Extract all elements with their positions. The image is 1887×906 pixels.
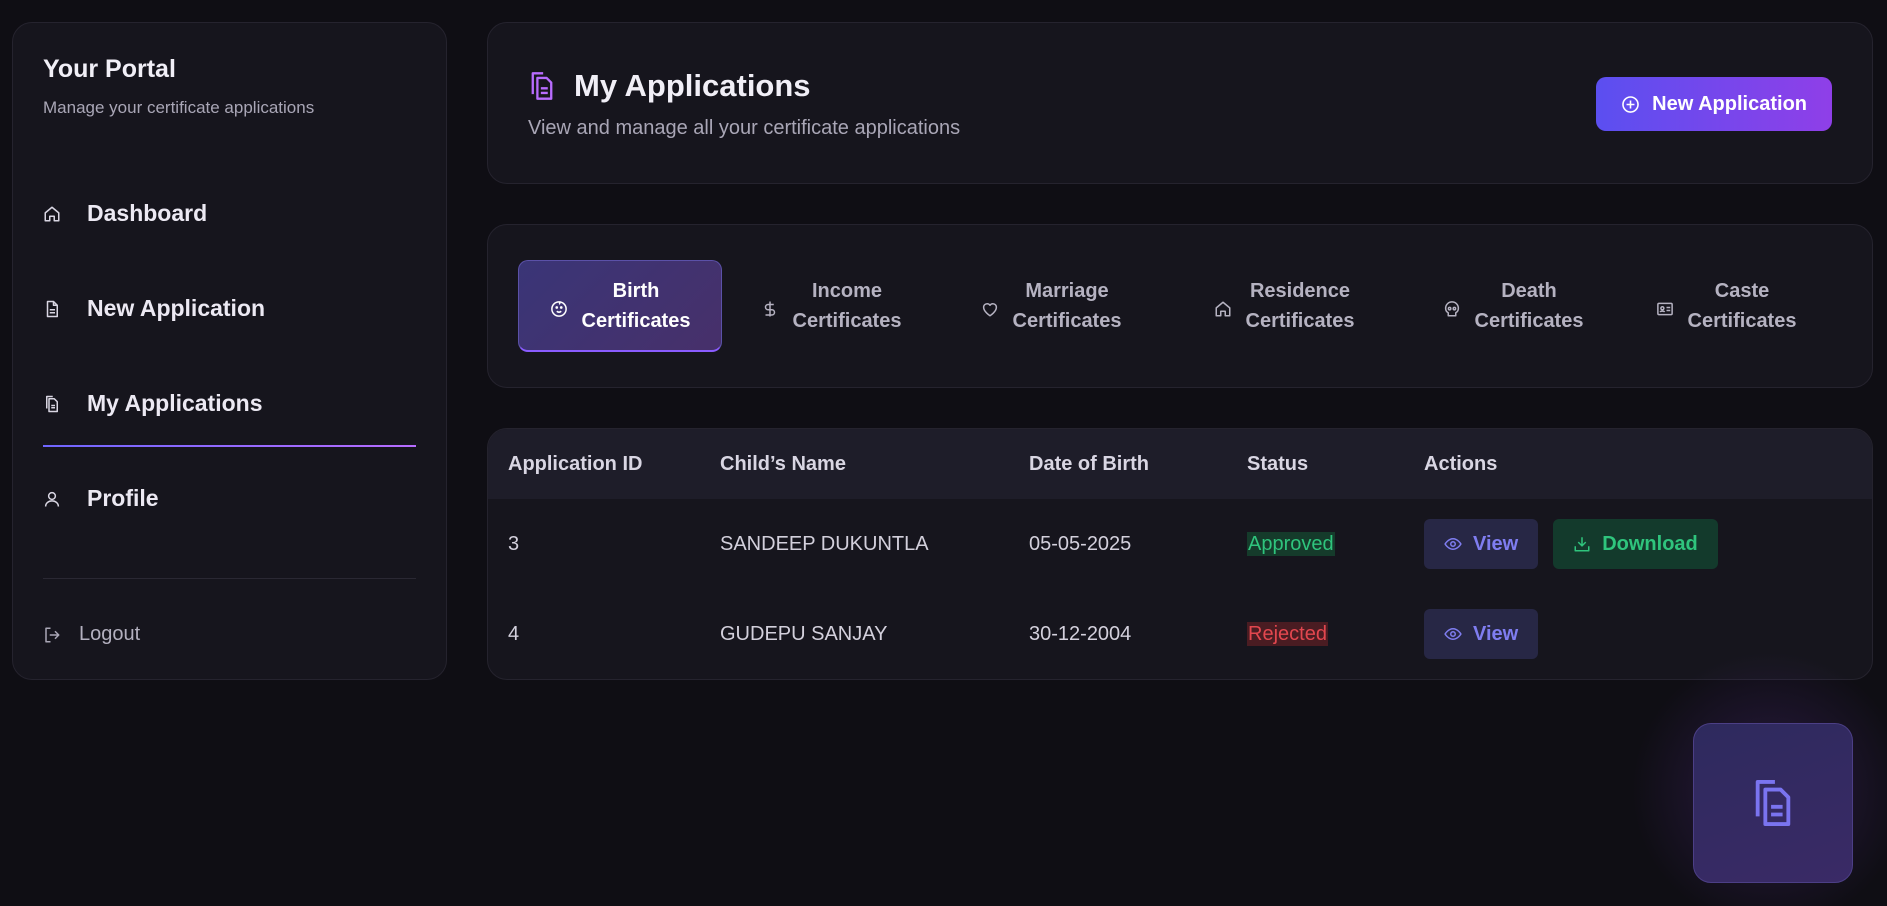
id-card-icon (1656, 297, 1674, 316)
tab-label-line2: Certificates (1687, 310, 1797, 332)
page-subtitle: View and manage all your certificate app… (528, 117, 961, 139)
sidebar-nav: Dashboard New Application My Application… (43, 166, 416, 546)
floating-applications-button[interactable] (1693, 723, 1853, 883)
sidebar-subtitle: Manage your certificate applications (43, 98, 315, 117)
sidebar-divider (43, 578, 416, 579)
sidebar-item-label: My Applications (87, 390, 263, 416)
sidebar-title: Your Portal (43, 55, 176, 83)
tab-residence[interactable]: Residence Certificates (1162, 260, 1406, 352)
tab-label-line2: Certificates (1245, 310, 1355, 332)
column-header: Status (1247, 452, 1309, 475)
skull-icon (1443, 297, 1461, 317)
tab-birth[interactable]: Birth Certificates (518, 260, 722, 352)
view-label: View (1473, 622, 1519, 645)
sidebar-item-new-application[interactable]: New Application (43, 261, 416, 356)
logout-icon (43, 626, 61, 644)
sidebar-item-profile[interactable]: Profile (43, 451, 416, 546)
tab-label-line1: Residence (1249, 280, 1351, 302)
page-header: My Applications View and manage all your… (487, 22, 1873, 184)
page-title: My Applications (574, 68, 811, 103)
tab-income[interactable]: Income Certificates (722, 260, 940, 352)
dollar-icon (761, 297, 779, 317)
heart-icon (981, 297, 999, 317)
table-row: 3 SANDEEP DUKUNTLA 05-05-2025 Approved V… (488, 499, 1872, 589)
files-icon (43, 395, 61, 413)
column-header: Child’s Name (720, 452, 846, 475)
certificate-tabs: Birth Certificates Income Certificates Mar… (487, 224, 1873, 388)
files-icon (1750, 777, 1796, 829)
home-icon (43, 205, 61, 223)
column-header: Actions (1424, 452, 1498, 475)
tab-marriage[interactable]: Marriage Certificates (940, 260, 1162, 352)
download-button[interactable]: Download (1553, 519, 1718, 569)
application-id: 4 (508, 622, 520, 645)
baby-icon (550, 297, 568, 317)
column-header: Date of Birth (1029, 452, 1149, 475)
tab-label-line2: Certificates (1012, 310, 1122, 332)
tab-label-line1: Death (1501, 280, 1557, 302)
home-icon (1214, 297, 1232, 317)
tab-label-line1: Income (811, 280, 883, 302)
view-button[interactable]: View (1424, 519, 1539, 569)
application-id: 3 (508, 532, 520, 555)
tab-label-line2: Certificates (792, 310, 902, 332)
status-badge: Approved (1247, 531, 1335, 556)
logout-label: Logout (79, 623, 141, 645)
child-name: SANDEEP DUKUNTLA (720, 532, 929, 555)
sidebar-item-label: New Application (87, 295, 266, 321)
logout-button[interactable]: Logout (43, 623, 416, 646)
sidebar-item-label: Profile (87, 485, 159, 511)
eye-icon (1444, 535, 1462, 553)
user-icon (43, 490, 61, 508)
eye-icon (1444, 625, 1462, 643)
sidebar-item-my-applications[interactable]: My Applications (43, 356, 416, 451)
column-header: Application ID (508, 452, 643, 475)
sidebar-item-label: Dashboard (87, 200, 208, 226)
plus-circle-icon (1621, 95, 1640, 114)
tab-label-line1: Marriage (1025, 280, 1109, 302)
tab-label-line2: Certificates (1474, 310, 1584, 332)
view-button[interactable]: View (1424, 609, 1539, 659)
status-badge: Rejected (1247, 621, 1328, 646)
file-icon (43, 300, 61, 318)
sidebar: Your Portal Manage your certificate appl… (12, 22, 447, 680)
download-icon (1573, 535, 1591, 553)
tab-label-line1: Birth (612, 279, 660, 302)
new-application-button[interactable]: New Application (1596, 77, 1832, 131)
table-header: Application ID Child’s Name Date of Birt… (488, 429, 1872, 499)
tab-caste[interactable]: Caste Certificates (1620, 260, 1832, 352)
download-label: Download (1602, 532, 1698, 555)
tab-death[interactable]: Death Certificates (1406, 260, 1620, 352)
sidebar-item-dashboard[interactable]: Dashboard (43, 166, 416, 261)
row-actions: View Download (1424, 519, 1872, 569)
date-of-birth: 30-12-2004 (1029, 622, 1132, 645)
date-of-birth: 05-05-2025 (1029, 532, 1132, 555)
tab-label-line2: Certificates (581, 309, 691, 332)
page-title-row: My Applications (528, 68, 811, 104)
new-application-label: New Application (1652, 92, 1807, 115)
tab-label-line1: Caste (1714, 280, 1770, 302)
child-name: GUDEPU SANJAY (720, 622, 888, 645)
view-label: View (1473, 532, 1519, 555)
files-icon (528, 71, 556, 101)
